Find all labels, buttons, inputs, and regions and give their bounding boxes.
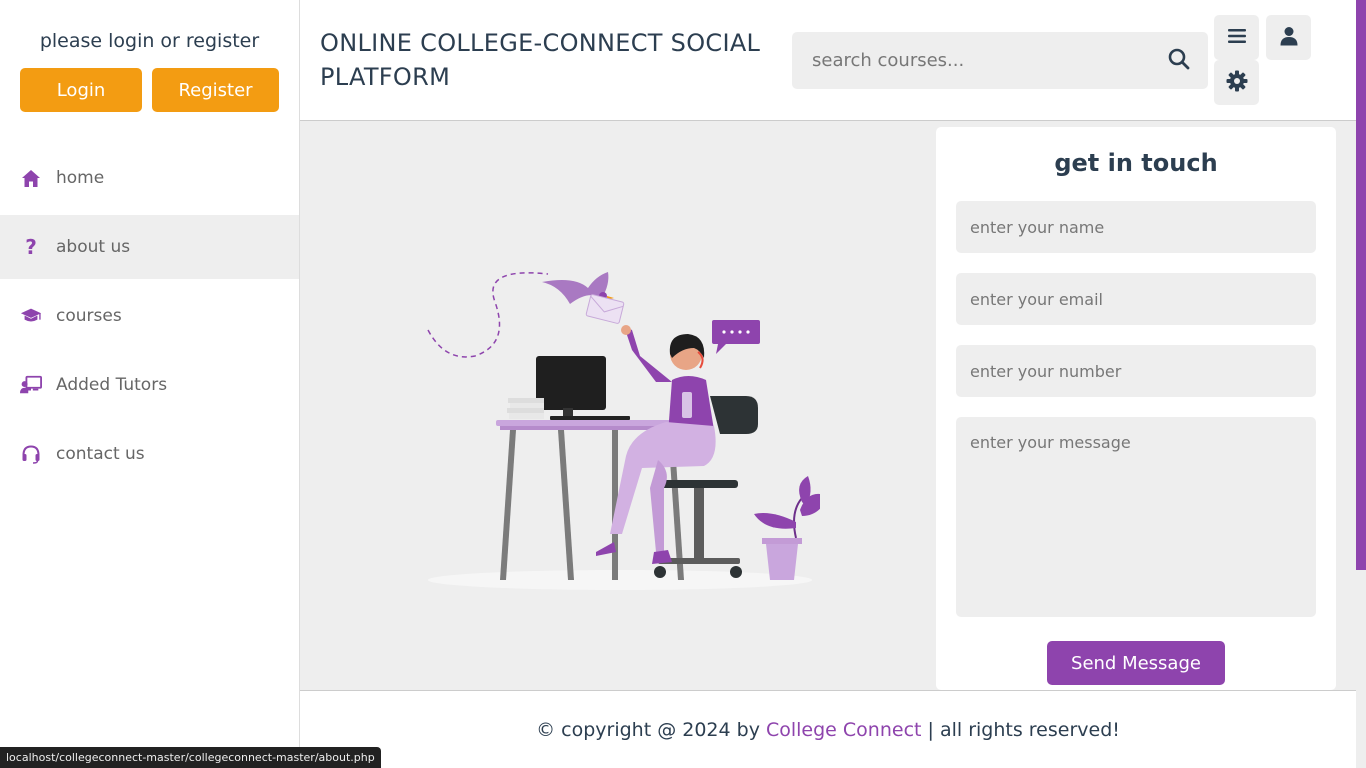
profile-section: please login or register Login Register: [0, 0, 299, 112]
menu-button[interactable]: [1214, 15, 1259, 60]
graduation-cap-icon: [20, 305, 42, 327]
sidebar-item-label: contact us: [56, 444, 145, 464]
status-url: localhost/collegeconnect-master/collegec…: [0, 747, 381, 768]
gear-icon: [1226, 70, 1248, 96]
number-field[interactable]: [956, 345, 1316, 397]
sidebar-nav: home ? about us courses Added Tutors con…: [0, 146, 299, 486]
footer: © copyright @ 2024 by College Connect | …: [300, 690, 1356, 768]
home-icon: [20, 167, 42, 189]
login-button[interactable]: Login: [20, 68, 142, 112]
contact-form: get in touch Send Message: [936, 127, 1336, 690]
user-button[interactable]: [1266, 15, 1311, 60]
login-prompt: please login or register: [39, 30, 260, 52]
register-button[interactable]: Register: [152, 68, 279, 112]
scrollbar-thumb[interactable]: [1356, 0, 1366, 570]
search-button[interactable]: [1150, 32, 1208, 89]
name-field[interactable]: [956, 201, 1316, 253]
headset-icon: [20, 443, 42, 465]
rights-text: | all rights reserved!: [921, 718, 1120, 741]
sidebar-item-label: courses: [56, 306, 122, 326]
copyright-text: © copyright @ 2024 by: [536, 718, 766, 741]
chalkboard-teacher-icon: [20, 374, 42, 396]
sidebar-item-contact[interactable]: contact us: [0, 422, 299, 486]
site-logo[interactable]: ONLINE COLLEGE-CONNECT SOCIAL PLATFORM: [320, 26, 780, 94]
footer-brand-link[interactable]: College Connect: [766, 719, 922, 741]
contact-illustration: [420, 262, 828, 601]
auth-buttons: Login Register: [0, 68, 299, 112]
sidebar: please login or register Login Register …: [0, 0, 300, 768]
sidebar-item-label: about us: [56, 237, 131, 257]
sidebar-item-home[interactable]: home: [0, 146, 299, 210]
sidebar-item-label: Added Tutors: [56, 375, 168, 395]
bars-icon: [1227, 28, 1246, 48]
header: ONLINE COLLEGE-CONNECT SOCIAL PLATFORM: [300, 0, 1356, 121]
sidebar-item-about[interactable]: ? about us: [0, 215, 299, 279]
sidebar-item-label: home: [56, 168, 105, 188]
search-form: [792, 32, 1208, 89]
theme-toggle-button[interactable]: [1214, 60, 1259, 105]
email-field[interactable]: [956, 273, 1316, 325]
search-icon: [1168, 48, 1190, 74]
form-title: get in touch: [1054, 149, 1218, 177]
question-icon: ?: [25, 235, 37, 259]
user-icon: [1280, 26, 1298, 50]
sidebar-item-tutors[interactable]: Added Tutors: [0, 353, 299, 417]
send-message-button[interactable]: Send Message: [1047, 641, 1225, 685]
sidebar-item-courses[interactable]: courses: [0, 284, 299, 348]
message-field[interactable]: [956, 417, 1316, 617]
search-input[interactable]: [792, 32, 1150, 89]
